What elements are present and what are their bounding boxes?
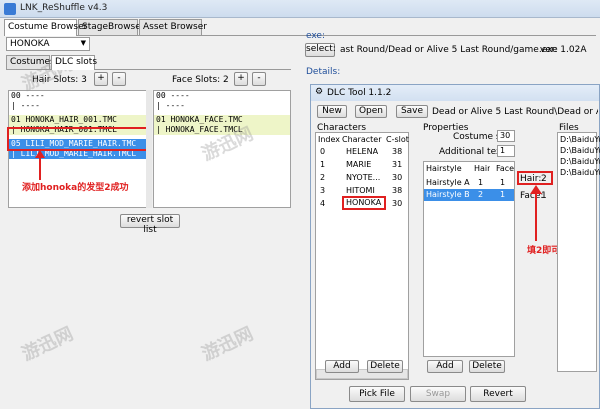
revert-button[interactable]: Revert [470,386,526,402]
tab-divider [4,35,596,36]
list-item[interactable]: D:\BaiduYu [560,135,600,144]
char-cslot[interactable]: 38 [392,186,402,195]
hair-add-button[interactable]: + [94,72,108,86]
open-button[interactable]: Open [355,105,387,118]
face-remove-button[interactable]: - [252,72,266,86]
character-select-value: HONOKA [10,39,50,49]
swap-button[interactable]: Swap [410,386,466,402]
list-item[interactable]: | ---- [9,101,147,111]
exe-label: exe: [306,31,325,41]
new-button[interactable]: New [317,105,347,118]
dlc-tool-window: ⚙ DLC Tool 1.1.2 New Open Save Dead or A… [310,84,600,409]
hairstyle-hair[interactable]: 2 [478,190,483,199]
char-cslot[interactable]: 30 [392,199,402,208]
list-item[interactable]: D:\BaiduYu [560,146,600,155]
hairstyle-add-button[interactable]: Add [427,360,463,373]
char-index[interactable]: 1 [320,160,325,169]
tab-costume-browser[interactable]: Costume Browser [4,19,87,36]
char-add-button[interactable]: Add [325,360,359,373]
char-delete-button[interactable]: Delete [367,360,403,373]
hairstyle-row-selected[interactable]: Hairstyle B 2 1 [424,189,514,201]
col-header-cslot[interactable]: C-slot [386,135,409,144]
hair-field-label: Hair: [520,174,542,184]
col-header-hairstyle[interactable]: Hairstyle [426,164,462,173]
col-header-face[interactable]: Face [496,164,514,173]
files-list[interactable]: D:\BaiduYu D:\BaiduYu D:\BaiduYu D:\Baid… [557,132,600,372]
tab-dlc-slots[interactable]: DLC slots [51,55,97,70]
characters-table[interactable]: Index Character C-slot 0 HELENA 38 1 MAR… [315,132,409,380]
save-button[interactable]: Save [396,105,428,118]
list-item[interactable]: 01 HONOKA_FACE.TMC [154,115,290,125]
char-cslot[interactable]: 38 [392,147,402,156]
list-item[interactable]: D:\BaiduYu [560,157,600,166]
list-item[interactable]: 01 HONOKA_HAIR_001.TMC [9,115,147,125]
gear-icon: ⚙ [315,87,324,97]
char-index[interactable]: 2 [320,173,325,182]
hairstyle-delete-button[interactable]: Delete [469,360,505,373]
annotation-arrow-icon [35,150,45,180]
char-name[interactable]: HITOMI [346,186,375,195]
app-icon [4,3,16,15]
watermark-text: 游迅网 [18,323,77,366]
char-index[interactable]: 0 [320,147,325,156]
window-title-bar: LNK_ReShuffle v4.3 [0,0,600,18]
watermark-text: 游迅网 [198,323,257,366]
char-name[interactable]: HELENA [346,147,378,156]
hairstyle-face[interactable]: 1 [500,178,505,187]
select-exe-button[interactable]: select: [305,43,336,57]
char-cslot[interactable]: 31 [392,160,402,169]
details-label: Details: [306,67,341,77]
col-header-hair[interactable]: Hair [474,164,490,173]
hairstyle-name[interactable]: Hairstyle B [426,190,470,199]
list-item[interactable]: | ---- [154,101,290,111]
char-index[interactable]: 4 [320,199,325,208]
dlc-title: DLC Tool 1.1.2 [327,88,392,98]
version-text: ver: 1.02A [540,45,587,55]
annotation-text-fill: 填2即可 [527,246,561,256]
file-path-text: Dead or Alive 5 Last Round\Dead or Alive… [432,107,598,117]
face-add-button[interactable]: + [234,72,248,86]
hairstyle-hair[interactable]: 1 [478,178,483,187]
char-name[interactable]: NYOTE... [346,173,380,182]
tab-stage-browser[interactable]: StageBrowser [78,19,144,35]
annotation-box-hair [7,127,151,151]
face-slots-label: Face Slots: 2 [172,75,229,85]
char-name-highlighted[interactable]: HONOKA [342,196,386,210]
annotation-arrow-icon [530,185,542,241]
character-select[interactable]: HONOKA ▼ [6,37,90,51]
window-title: LNK_ReShuffle v4.3 [20,3,108,13]
col-header-character[interactable]: Character [342,135,382,144]
costume-slot-input[interactable]: 30 [497,130,515,142]
pick-file-button[interactable]: Pick File [349,386,405,402]
char-name[interactable]: MARIE [346,160,371,169]
revert-slot-list-button[interactable]: revert slot list [120,214,180,235]
additional-textures-input[interactable]: 1 [497,145,515,157]
chevron-down-icon: ▼ [80,39,86,47]
list-item[interactable]: D:\BaiduYu [560,168,600,177]
list-item[interactable]: 00 ---- [154,91,290,101]
hairstyle-table[interactable]: Hairstyle Hair Face Hairstyle A 1 1 Hair… [423,161,515,357]
exe-path: ast Round/Dead or Alive 5 Last Round/gam… [340,45,558,55]
hairstyle-name[interactable]: Hairstyle A [426,178,470,187]
hair-remove-button[interactable]: - [112,72,126,86]
tab-asset-browser[interactable]: Asset Browser [139,19,207,35]
dlc-title-bar: ⚙ DLC Tool 1.1.2 [311,85,599,101]
annotation-text-hair: 添加honoka的发型2成功 [22,183,129,193]
hair-list-scrollbar[interactable] [146,90,152,208]
hairstyle-face[interactable]: 1 [500,190,505,199]
col-header-index[interactable]: Index [318,135,340,144]
hair-field-value[interactable]: 2 [541,174,547,184]
char-index[interactable]: 3 [320,186,325,195]
char-cslot[interactable]: 30 [392,173,402,182]
